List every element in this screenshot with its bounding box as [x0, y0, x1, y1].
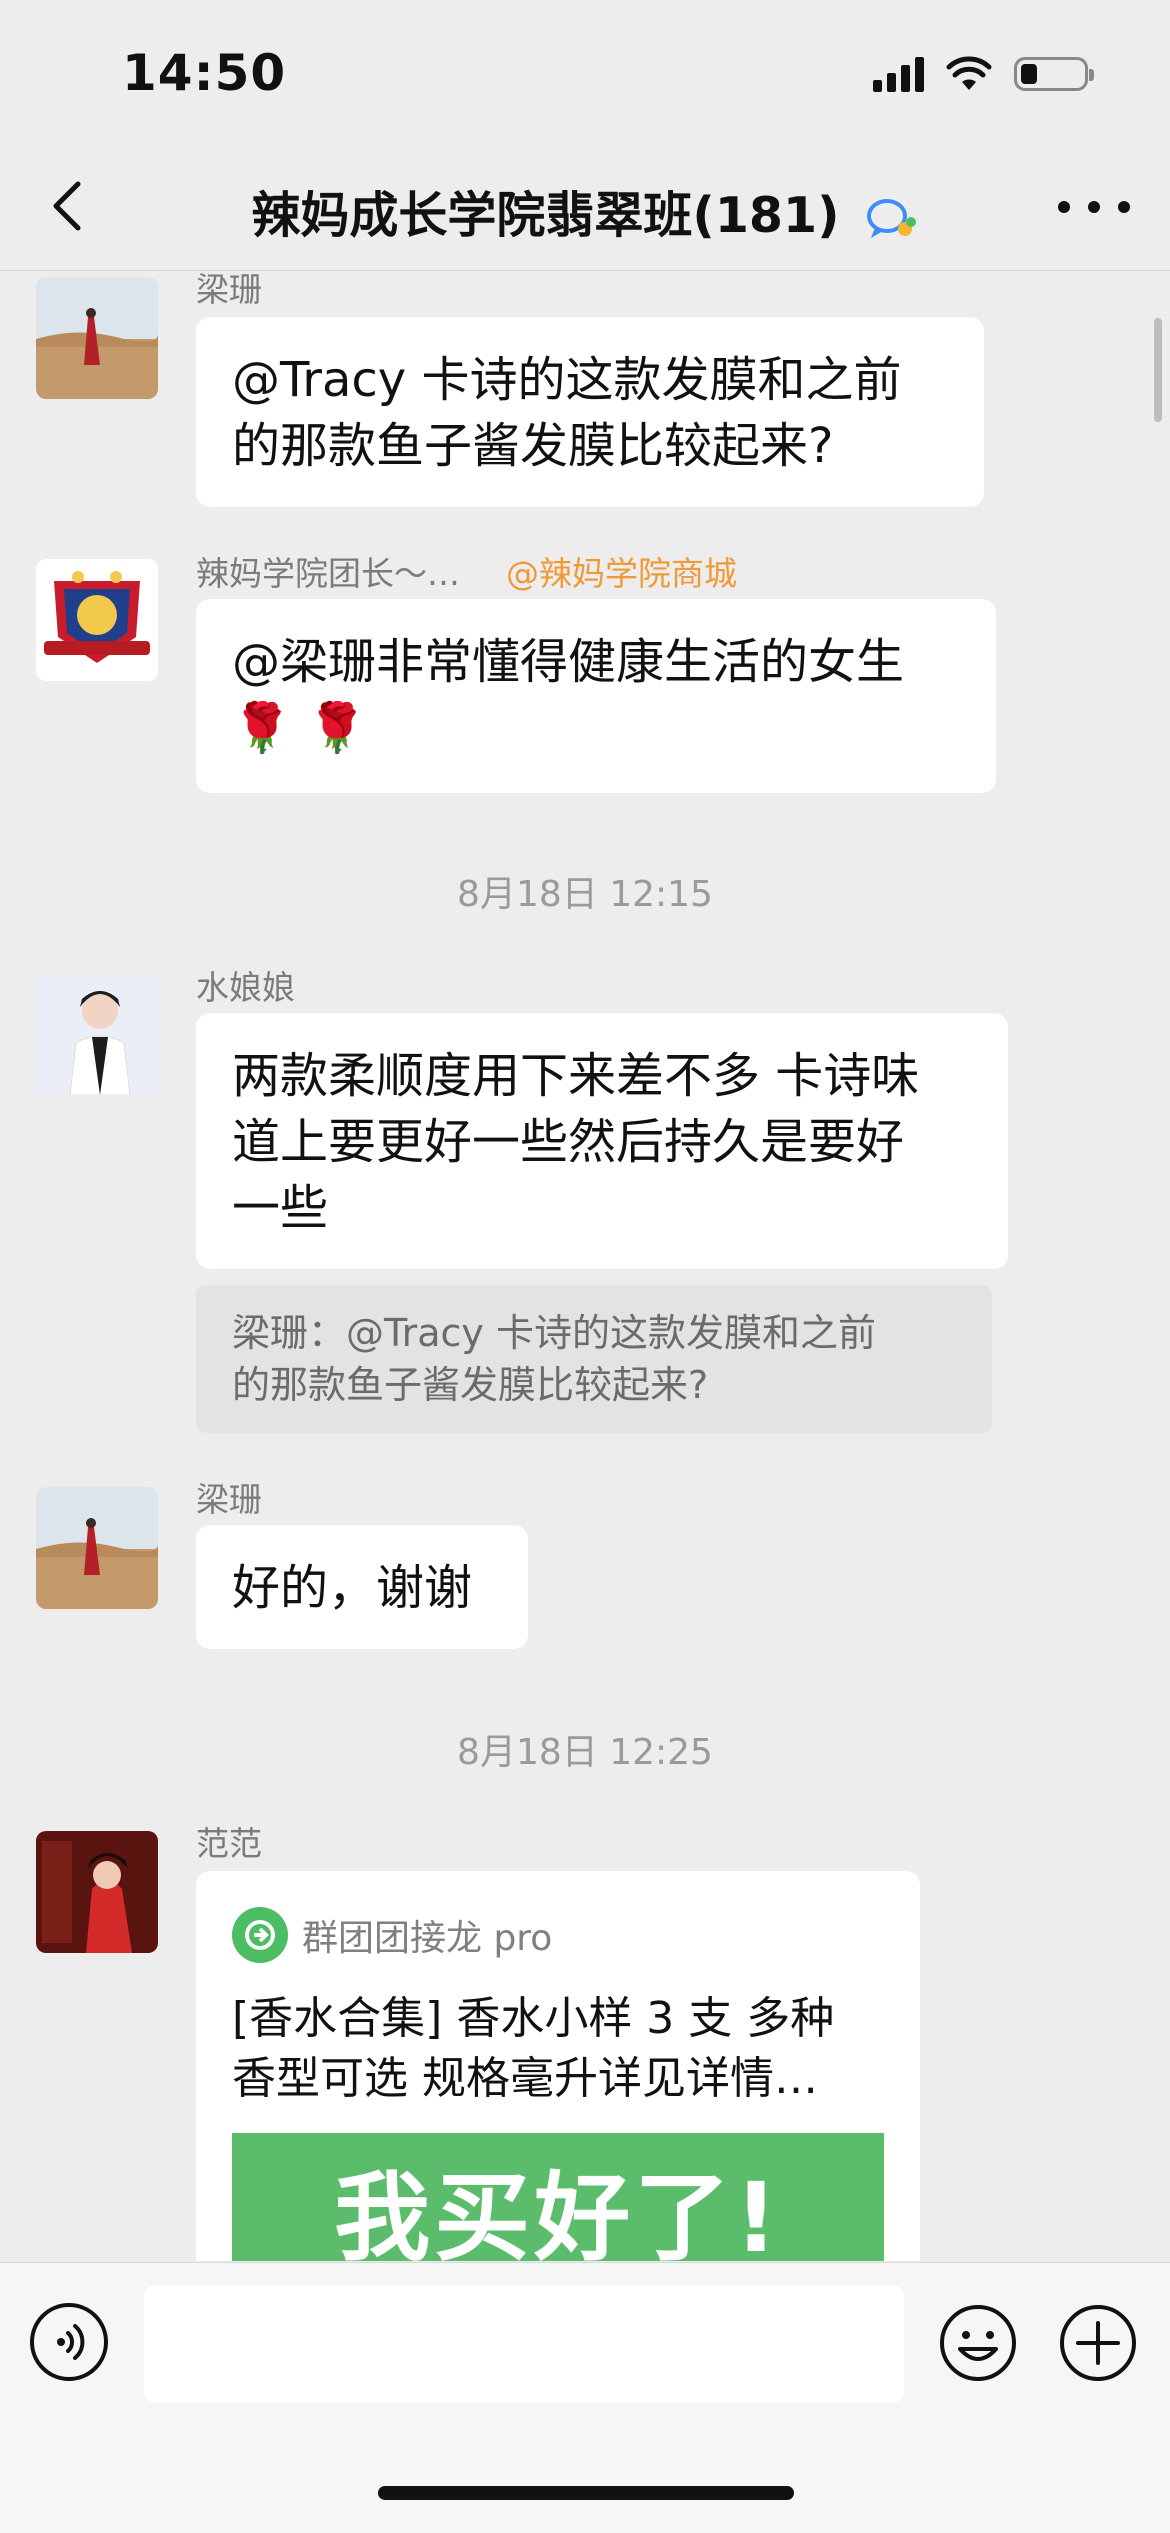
card-header: 群团团接龙 pro	[232, 1907, 552, 1963]
message-text-line: @梁珊非常懂得健康生活的女生	[232, 634, 905, 690]
voice-input-button[interactable]	[30, 2303, 108, 2381]
home-indicator[interactable]	[378, 2486, 794, 2500]
wifi-icon	[946, 56, 992, 90]
sender-name-text: 辣妈学院团长～…	[196, 554, 460, 593]
emoji-icon[interactable]	[938, 2303, 1018, 2383]
battery-icon	[1014, 57, 1094, 91]
quoted-reply[interactable]: 梁珊：@Tracy 卡诗的这款发膜和之前 的那款鱼子酱发膜比较起来?	[196, 1285, 992, 1433]
chat-title: 辣妈成长学院翡翠班(181)	[0, 176, 1170, 247]
mini-program-logo-icon	[232, 1907, 288, 1963]
time-separator: 8月18日 12:25	[457, 1732, 713, 1773]
card-banner: 我买好了!	[232, 2133, 884, 2261]
message-text-line: 两款柔顺度用下来差不多 卡诗味	[232, 1048, 920, 1104]
sender-name: 水娘娘	[196, 968, 295, 1007]
plus-icon[interactable]	[1058, 2303, 1138, 2383]
sender-name: 辣妈学院团长～… @辣妈学院商城	[196, 547, 737, 595]
sender-name: 梁珊	[196, 1480, 262, 1519]
more-options-button[interactable]	[1058, 192, 1130, 222]
status-time: 14:50	[122, 44, 287, 102]
card-description: [香水合集] 香水小样 3 支 多种 香型可选 规格毫升详见详情…	[232, 1989, 892, 2109]
message-bubble[interactable]: 好的，谢谢	[196, 1525, 528, 1649]
scrollbar[interactable]	[1154, 318, 1162, 422]
sender-name: 范范	[196, 1824, 262, 1863]
card-text-line: [香水合集] 香水小样 3 支 多种	[232, 1993, 835, 2044]
quote-text-line: 梁珊：@Tracy 卡诗的这款发膜和之前	[232, 1311, 876, 1355]
sender-name: 梁珊	[196, 271, 262, 309]
status-icons	[873, 56, 1094, 92]
avatar[interactable]	[36, 973, 158, 1095]
time-separator: 8月18日 12:15	[457, 874, 713, 915]
chat-title-text: 辣妈成长学院翡翠班(181)	[251, 187, 840, 244]
voice-icon	[57, 2324, 85, 2360]
message-text-line: 一些	[232, 1180, 329, 1236]
message-bubble[interactable]: @梁珊非常懂得健康生活的女生 🌹 🌹	[196, 599, 996, 793]
message-list[interactable]: 梁珊 @Tracy 卡诗的这款发膜和之前 的那款鱼子酱发膜比较起来? 辣妈学院团…	[0, 271, 1170, 2261]
message-text-line: 道上要更好一些然后持久是要好	[232, 1114, 905, 1170]
avatar[interactable]	[36, 559, 158, 681]
mention-tag[interactable]: @辣妈学院商城	[506, 554, 737, 593]
message-text-line: 好的，谢谢	[232, 1560, 473, 1616]
message-bubble[interactable]: @Tracy 卡诗的这款发膜和之前 的那款鱼子酱发膜比较起来?	[196, 317, 984, 507]
message-text-line: 的那款鱼子酱发膜比较起来?	[232, 418, 834, 474]
message-input[interactable]	[144, 2285, 904, 2403]
rose-emoji-line: 🌹 🌹	[232, 700, 367, 756]
message-text-line: @Tracy 卡诗的这款发膜和之前	[232, 352, 902, 408]
avatar[interactable]	[36, 1831, 158, 1953]
card-text-line: 香型可选 规格毫升详见详情…	[232, 2053, 818, 2104]
group-chat-icon	[866, 198, 916, 238]
avatar[interactable]	[36, 1487, 158, 1609]
avatar[interactable]	[36, 277, 158, 399]
cellular-signal-icon	[873, 56, 924, 92]
nav-bar: 辣妈成长学院翡翠班(181)	[0, 150, 1170, 271]
quote-text-line: 的那款鱼子酱发膜比较起来?	[232, 1363, 709, 1407]
mini-program-card[interactable]: 群团团接龙 pro [香水合集] 香水小样 3 支 多种 香型可选 规格毫升详见…	[196, 1871, 920, 2261]
status-bar: 14:50	[0, 0, 1170, 150]
message-bubble[interactable]: 两款柔顺度用下来差不多 卡诗味 道上要更好一些然后持久是要好 一些	[196, 1013, 1008, 1269]
mini-program-name: 群团团接龙 pro	[302, 1918, 553, 1959]
